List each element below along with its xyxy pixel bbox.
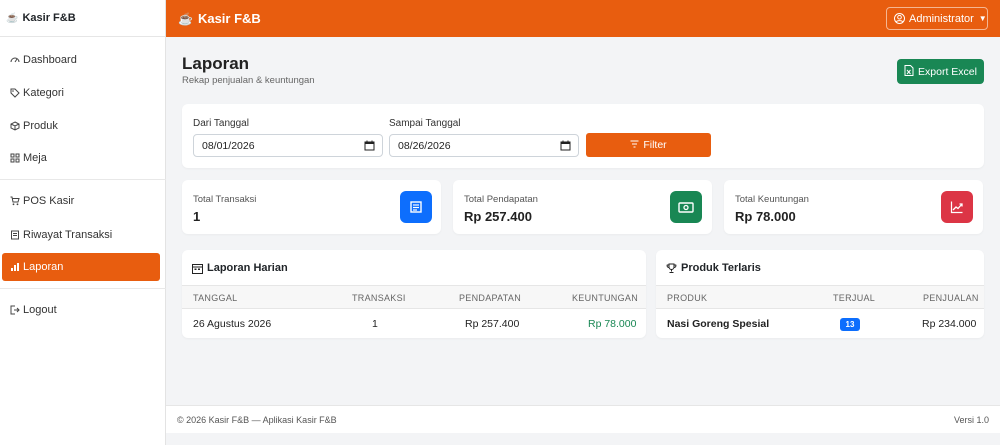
date-to-label: Sampai Tanggal: [389, 118, 461, 129]
top-navbar: ☕ Kasir F&B Administrator ▼: [166, 0, 1000, 37]
column-header-penjualan: PENJUALAN: [923, 293, 979, 303]
daily-report-title: Laporan Harian: [192, 262, 288, 274]
column-header-terjual: TERJUAL: [833, 293, 876, 303]
stat-value: Rp 78.000: [735, 209, 796, 224]
page-subtitle: Rekap penjualan & keuntungan: [182, 75, 315, 86]
page-title: Laporan: [182, 54, 250, 73]
cell-pendapatan: Rp 257.400: [465, 318, 520, 330]
cash-icon: [670, 191, 702, 223]
sidebar-item-logout[interactable]: Logout: [2, 296, 160, 324]
filter-card: Dari Tanggal 08/01/2026 Sampai Tanggal 0…: [182, 104, 984, 168]
footer-copyright: © 2026 Kasir F&B — Aplikasi Kasir F&B: [177, 415, 337, 425]
top-products-title: Produk Terlaris: [666, 262, 761, 274]
tag-icon: [9, 88, 20, 99]
date-from-input[interactable]: 08/01/2026: [193, 134, 383, 157]
cell-keuntungan: Rp 78.000: [588, 318, 637, 330]
coffee-cup-icon: ☕: [6, 12, 19, 24]
daily-report-card: Laporan Harian TANGGAL TRANSAKSI PENDAPA…: [182, 250, 646, 338]
app-title-text: Kasir F&B: [197, 11, 261, 26]
stat-value: Rp 257.400: [464, 209, 532, 224]
date-to-value: 08/26/2026: [398, 139, 451, 152]
sidebar-item-label: Dashboard: [23, 54, 77, 66]
date-from-value: 08/01/2026: [202, 139, 255, 152]
top-products-card: Produk Terlaris PRODUK TERJUAL PENJUALAN…: [656, 250, 984, 338]
sidebar-item-label: Riwayat Transaksi: [23, 229, 113, 241]
sidebar-item-label: POS Kasir: [23, 195, 75, 207]
footer-version: Versi 1.0: [953, 415, 989, 425]
sidebar-item-laporan[interactable]: Laporan: [2, 253, 160, 281]
file-excel-icon: [904, 64, 914, 79]
footer: © 2026 Kasir F&B — Aplikasi Kasir F&B Ve…: [166, 405, 1000, 433]
sidebar-item-label: Laporan: [23, 261, 64, 273]
speedometer-icon: [9, 55, 20, 66]
sidebar-item-label: Kategori: [23, 87, 64, 99]
grid-icon: [9, 153, 20, 164]
sidebar-item-label: Produk: [23, 120, 58, 132]
coffee-cup-icon: ☕: [178, 11, 193, 26]
cell-transaksi: 1: [372, 318, 378, 330]
date-from-label: Dari Tanggal: [193, 118, 249, 129]
sidebar-item-produk[interactable]: Produk: [2, 112, 160, 140]
column-header-keuntungan: KEUNTUNGAN: [572, 293, 639, 303]
sidebar-divider: [0, 288, 166, 289]
sidebar-item-riwayat-transaksi[interactable]: Riwayat Transaksi: [2, 221, 160, 249]
sidebar: ☕ Kasir F&B Dashboard Kategori Produk Me…: [0, 0, 166, 445]
sidebar-brand[interactable]: ☕ Kasir F&B: [0, 0, 165, 37]
stat-card-total-pendapatan: Total Pendapatan Rp 257.400: [453, 180, 712, 234]
user-circle-icon: [894, 13, 905, 24]
column-header-transaksi: TRANSAKSI: [352, 293, 406, 303]
sidebar-item-dashboard[interactable]: Dashboard: [2, 46, 160, 74]
bar-chart-icon: [9, 262, 20, 273]
daily-report-title-text: Laporan Harian: [207, 262, 288, 274]
stat-label: Total Keuntungan: [735, 194, 809, 205]
filter-button-label: Filter: [643, 139, 667, 151]
sidebar-item-label: Logout: [23, 304, 57, 316]
stat-card-total-transaksi: Total Transaksi 1: [182, 180, 441, 234]
sidebar-item-pos-kasir[interactable]: POS Kasir: [2, 187, 160, 215]
cell-penjualan: Rp 234.000: [922, 318, 977, 330]
cart-icon: [9, 196, 20, 207]
stat-card-total-keuntungan: Total Keuntungan Rp 78.000: [724, 180, 983, 234]
calendar-week-icon: [192, 263, 203, 274]
logout-icon: [9, 305, 20, 316]
filter-button[interactable]: Filter: [586, 133, 711, 157]
user-name: Administrator: [909, 12, 974, 25]
export-excel-label: Export Excel: [918, 65, 977, 78]
chevron-down-icon: ▼: [978, 14, 987, 23]
filter-icon: [630, 140, 639, 150]
calendar-icon[interactable]: [560, 140, 571, 151]
receipt-icon: [9, 230, 20, 241]
sidebar-divider: [0, 179, 166, 180]
receipt-icon: [400, 191, 432, 223]
export-excel-button[interactable]: Export Excel: [897, 59, 984, 84]
table-header-row: TANGGAL TRANSAKSI PENDAPATAN KEUNTUNGAN: [182, 285, 646, 309]
date-to-input[interactable]: 08/26/2026: [389, 134, 579, 157]
sidebar-item-label: Meja: [23, 152, 47, 164]
cell-produk: Nasi Goreng Spesial: [667, 318, 770, 330]
sidebar-brand-name: Kasir F&B: [22, 12, 76, 24]
terjual-count-badge: 13: [840, 318, 860, 331]
stat-value: 1: [193, 209, 201, 224]
top-products-title-text: Produk Terlaris: [681, 262, 761, 274]
app-title[interactable]: ☕ Kasir F&B: [178, 11, 261, 26]
table-header-row: PRODUK TERJUAL PENJUALAN: [656, 285, 984, 309]
user-menu-button[interactable]: Administrator ▼: [886, 7, 988, 30]
calendar-icon[interactable]: [364, 140, 375, 151]
stat-label: Total Pendapatan: [464, 194, 538, 205]
sidebar-item-meja[interactable]: Meja: [2, 144, 160, 172]
cell-tanggal: 26 Agustus 2026: [193, 318, 272, 330]
stat-label: Total Transaksi: [193, 194, 257, 205]
column-header-tanggal: TANGGAL: [193, 293, 238, 303]
column-header-produk: PRODUK: [667, 293, 708, 303]
column-header-pendapatan: PENDAPATAN: [459, 293, 522, 303]
box-icon: [9, 121, 20, 132]
trophy-icon: [666, 263, 677, 274]
sidebar-item-kategori[interactable]: Kategori: [2, 79, 160, 107]
graph-up-arrow-icon: [941, 191, 973, 223]
